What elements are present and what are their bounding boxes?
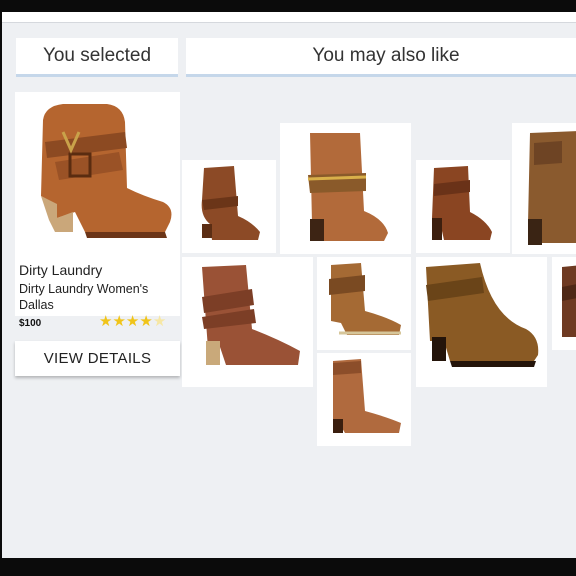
boot-image	[202, 265, 300, 365]
star-icon: ★	[112, 313, 126, 330]
recommendation-tile[interactable]	[416, 257, 547, 387]
recommendation-tile[interactable]	[317, 353, 411, 446]
view-details-button[interactable]: VIEW DETAILS	[15, 341, 180, 376]
recommendation-tile[interactable]	[416, 160, 510, 253]
recommendation-panel: You selected You may also like Dirty Lau…	[2, 12, 576, 558]
boot-image	[201, 166, 260, 240]
boot-image	[562, 265, 576, 337]
tab-you-may-also-like-label: You may also like	[312, 45, 460, 66]
boot-image	[329, 263, 401, 335]
star-icon: ★	[125, 313, 140, 330]
top-bar	[2, 12, 576, 23]
view-details-label: VIEW DETAILS	[43, 350, 152, 367]
rating-stars: ★★★★★	[99, 312, 166, 330]
star-icon: ★	[139, 313, 153, 330]
boot-image	[307, 133, 388, 241]
boot-image	[528, 131, 576, 245]
recommendation-tile[interactable]	[280, 123, 411, 254]
recommendation-tile[interactable]	[512, 123, 576, 254]
boot-image	[432, 166, 492, 240]
tab-you-selected-label: You selected	[42, 45, 152, 66]
recommendation-tile[interactable]	[182, 257, 313, 387]
tab-you-selected[interactable]: You selected	[16, 38, 178, 77]
recommendation-tile[interactable]	[552, 257, 576, 350]
product-brand: Dirty Laundry	[19, 262, 103, 278]
selected-product-image	[15, 92, 180, 252]
star-empty-icon: ★	[152, 313, 167, 330]
recommendation-tile[interactable]	[317, 257, 411, 350]
tab-you-may-also-like[interactable]: You may also like	[186, 38, 576, 77]
recommendation-tile[interactable]	[182, 160, 276, 253]
product-price: $100	[19, 318, 42, 329]
star-icon: ★	[99, 313, 113, 330]
boot-image	[426, 263, 539, 367]
boot-image	[333, 359, 401, 433]
selected-product-card[interactable]: Dirty Laundry Dirty Laundry Women's Dall…	[15, 92, 180, 330]
product-name: Dirty Laundry Women's Dallas	[19, 282, 149, 312]
